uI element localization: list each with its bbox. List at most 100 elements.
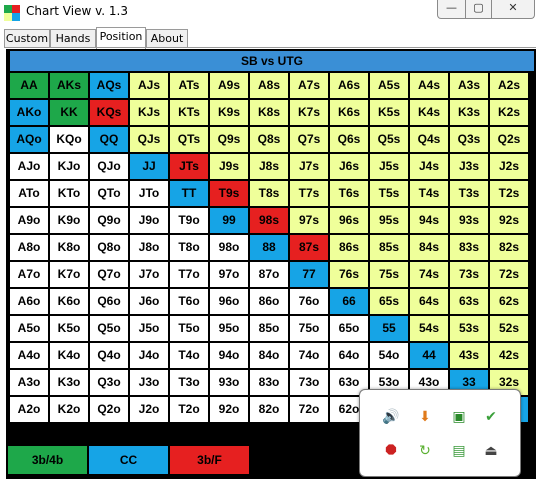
- hand-cell[interactable]: K3o: [50, 370, 88, 395]
- hand-cell[interactable]: K7o: [50, 262, 88, 287]
- hand-cell[interactable]: K5s: [370, 100, 408, 125]
- hand-cell[interactable]: 87o: [250, 262, 288, 287]
- hand-cell[interactable]: J8s: [250, 154, 288, 179]
- sync-icon[interactable]: ↻: [416, 442, 434, 460]
- hand-cell[interactable]: 96s: [330, 208, 368, 233]
- hand-cell[interactable]: KQs: [90, 100, 128, 125]
- usb-icon[interactable]: ⏏: [482, 442, 500, 460]
- hand-cell[interactable]: 84o: [250, 343, 288, 368]
- hand-cell[interactable]: Q7o: [90, 262, 128, 287]
- hand-cell[interactable]: KJs: [130, 100, 168, 125]
- hand-cell[interactable]: 75s: [370, 262, 408, 287]
- hand-cell[interactable]: T2s: [490, 181, 528, 206]
- hand-cell[interactable]: K4s: [410, 100, 448, 125]
- hand-cell[interactable]: T9o: [170, 208, 208, 233]
- hand-cell[interactable]: J3o: [130, 370, 168, 395]
- hand-cell[interactable]: 94s: [410, 208, 448, 233]
- hand-cell[interactable]: 85s: [370, 235, 408, 260]
- hand-cell[interactable]: K6o: [50, 289, 88, 314]
- hand-cell[interactable]: 72o: [290, 397, 328, 422]
- tab-hands[interactable]: Hands: [50, 29, 96, 48]
- hand-cell[interactable]: QTs: [170, 127, 208, 152]
- hand-cell[interactable]: 88: [250, 235, 288, 260]
- hand-cell[interactable]: 82o: [250, 397, 288, 422]
- hand-cell[interactable]: 43s: [450, 343, 488, 368]
- hand-cell[interactable]: K7s: [290, 100, 328, 125]
- hand-cell[interactable]: AJs: [130, 73, 168, 98]
- hand-cell[interactable]: T3o: [170, 370, 208, 395]
- hand-cell[interactable]: J4s: [410, 154, 448, 179]
- hand-cell[interactable]: 73s: [450, 262, 488, 287]
- hand-cell[interactable]: A3s: [450, 73, 488, 98]
- hand-cell[interactable]: J6s: [330, 154, 368, 179]
- hand-cell[interactable]: 83s: [450, 235, 488, 260]
- hand-cell[interactable]: J3s: [450, 154, 488, 179]
- hand-cell[interactable]: K2s: [490, 100, 528, 125]
- hand-cell[interactable]: K6s: [330, 100, 368, 125]
- hand-cell[interactable]: Q9o: [90, 208, 128, 233]
- hand-cell[interactable]: 64s: [410, 289, 448, 314]
- hand-cell[interactable]: KTo: [50, 181, 88, 206]
- hand-cell[interactable]: KTs: [170, 100, 208, 125]
- hand-cell[interactable]: T7s: [290, 181, 328, 206]
- hand-cell[interactable]: J9o: [130, 208, 168, 233]
- hand-cell[interactable]: A7o: [10, 262, 48, 287]
- hand-cell[interactable]: T8o: [170, 235, 208, 260]
- hand-cell[interactable]: QQ: [90, 127, 128, 152]
- hand-cell[interactable]: T4o: [170, 343, 208, 368]
- hand-cell[interactable]: J9s: [210, 154, 248, 179]
- hand-cell[interactable]: Q6o: [90, 289, 128, 314]
- hand-cell[interactable]: 87s: [290, 235, 328, 260]
- hand-cell[interactable]: 93o: [210, 370, 248, 395]
- hand-cell[interactable]: 55: [370, 316, 408, 341]
- hand-cell[interactable]: A6o: [10, 289, 48, 314]
- hand-cell[interactable]: A3o: [10, 370, 48, 395]
- hand-cell[interactable]: JTs: [170, 154, 208, 179]
- hand-cell[interactable]: JJ: [130, 154, 168, 179]
- hand-cell[interactable]: 99: [210, 208, 248, 233]
- hand-cell[interactable]: QJs: [130, 127, 168, 152]
- hand-cell[interactable]: 63s: [450, 289, 488, 314]
- hand-cell[interactable]: T6o: [170, 289, 208, 314]
- hand-cell[interactable]: 98o: [210, 235, 248, 260]
- hand-cell[interactable]: K8s: [250, 100, 288, 125]
- hand-cell[interactable]: J8o: [130, 235, 168, 260]
- pdf-icon[interactable]: ⯃: [382, 442, 400, 460]
- hand-cell[interactable]: Q2o: [90, 397, 128, 422]
- hand-cell[interactable]: A7s: [290, 73, 328, 98]
- hand-cell[interactable]: Q3s: [450, 127, 488, 152]
- hand-cell[interactable]: A5o: [10, 316, 48, 341]
- hand-cell[interactable]: T5o: [170, 316, 208, 341]
- hand-cell[interactable]: K3s: [450, 100, 488, 125]
- hand-cell[interactable]: 86s: [330, 235, 368, 260]
- hand-cell[interactable]: 98s: [250, 208, 288, 233]
- hand-cell[interactable]: T7o: [170, 262, 208, 287]
- hand-cell[interactable]: AQs: [90, 73, 128, 98]
- hand-cell[interactable]: T9s: [210, 181, 248, 206]
- hand-cell[interactable]: 85o: [250, 316, 288, 341]
- hand-cell[interactable]: TT: [170, 181, 208, 206]
- hand-cell[interactable]: 64o: [330, 343, 368, 368]
- hand-cell[interactable]: 66: [330, 289, 368, 314]
- hand-cell[interactable]: Q8s: [250, 127, 288, 152]
- hand-cell[interactable]: J7s: [290, 154, 328, 179]
- hand-cell[interactable]: J2o: [130, 397, 168, 422]
- hand-cell[interactable]: 97o: [210, 262, 248, 287]
- hand-cell[interactable]: T4s: [410, 181, 448, 206]
- hand-cell[interactable]: 92o: [210, 397, 248, 422]
- hand-cell[interactable]: 82s: [490, 235, 528, 260]
- hand-cell[interactable]: 54s: [410, 316, 448, 341]
- hand-cell[interactable]: A5s: [370, 73, 408, 98]
- hand-cell[interactable]: QJo: [90, 154, 128, 179]
- hand-cell[interactable]: 54o: [370, 343, 408, 368]
- hand-cell[interactable]: 65o: [330, 316, 368, 341]
- hand-cell[interactable]: K8o: [50, 235, 88, 260]
- hand-cell[interactable]: T5s: [370, 181, 408, 206]
- hand-cell[interactable]: 42s: [490, 343, 528, 368]
- hand-cell[interactable]: 53s: [450, 316, 488, 341]
- minimize-button[interactable]: —: [437, 0, 466, 19]
- hand-cell[interactable]: J5s: [370, 154, 408, 179]
- hand-cell[interactable]: 44: [410, 343, 448, 368]
- nvidia-icon[interactable]: ▣: [450, 408, 468, 426]
- hand-cell[interactable]: ATs: [170, 73, 208, 98]
